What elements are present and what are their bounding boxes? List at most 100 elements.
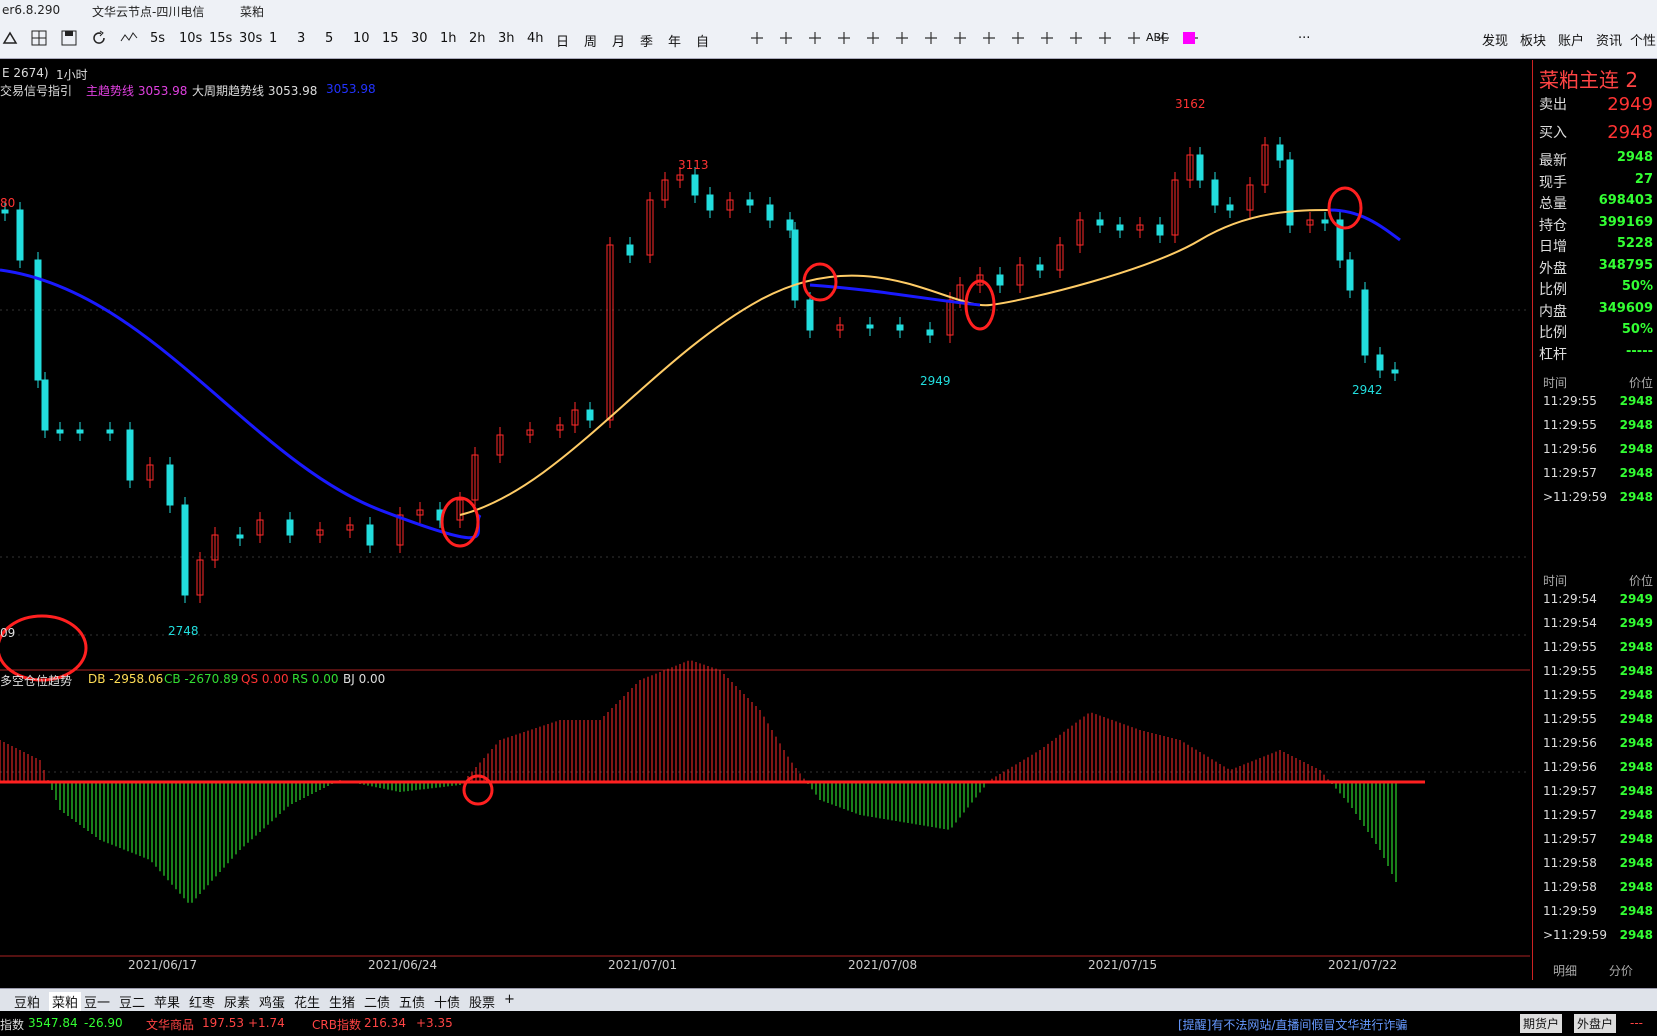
chart-area[interactable]: E 2674) 1小时 交易信号指引 主趋势线 3053.98 大周期趋势线 3… [0, 60, 1530, 980]
polyline-icon[interactable] [1067, 29, 1085, 47]
wave-icon[interactable] [120, 29, 138, 47]
stat-key: 最新 [1539, 153, 1567, 169]
ray-icon[interactable] [1038, 29, 1056, 47]
tick-price: 2948 [1619, 808, 1653, 822]
tick-time: >11:29:59 [1543, 928, 1607, 942]
tick-time: 11:29:59 [1543, 904, 1597, 918]
grid-icon[interactable] [30, 29, 48, 47]
period-button[interactable]: 月 [612, 31, 625, 50]
stat-value: 5228 [1616, 236, 1653, 251]
stat-key: 杠杆 [1539, 346, 1567, 363]
forward-icon[interactable] [835, 29, 853, 47]
stat-row: 日增 5228 [1539, 236, 1653, 256]
period-button[interactable]: 3h [498, 31, 515, 46]
period-button[interactable]: 1h [440, 31, 457, 46]
left-right-icon[interactable] [748, 29, 766, 47]
tick-price: 2948 [1619, 688, 1653, 702]
ext-account-button[interactable]: 外盘户 [1574, 1014, 1617, 1033]
futures-account-button[interactable]: 期货户 [1520, 1014, 1563, 1033]
idx2-label: 文华商品 [146, 1018, 195, 1032]
period-button[interactable]: 10s [179, 31, 202, 46]
candle-body [181, 504, 189, 596]
symbol-tab[interactable]: 十债 [434, 992, 460, 1011]
down-icon[interactable] [893, 29, 911, 47]
rs-legend: RS 0.00 [292, 672, 339, 686]
tick-price: 2948 [1619, 394, 1653, 408]
col-price-label: 价位 [1628, 574, 1653, 588]
period-button[interactable]: 15s [209, 31, 232, 46]
period-button[interactable]: 5s [150, 31, 165, 46]
period-select[interactable]: 1小时 [56, 66, 88, 83]
period-button[interactable]: 自 [696, 31, 709, 50]
symbol-tab[interactable]: 生猪 [329, 992, 355, 1011]
notice-link[interactable]: [提醒]有不法网站/直播间假冒文华进行诈骗 [1178, 1016, 1407, 1033]
period-button[interactable]: 1 [269, 31, 277, 46]
symbol-tab[interactable]: 鸡蛋 [259, 992, 285, 1011]
expand-icon[interactable] [777, 29, 795, 47]
price-label-left-edge-bottom: 09 [0, 626, 16, 640]
tick-time: 11:29:57 [1543, 466, 1597, 480]
period-button[interactable]: 周 [584, 31, 597, 50]
tick-time: 11:29:58 [1543, 856, 1597, 870]
period-button[interactable]: 4h [527, 31, 544, 46]
date-label: 2021/07/01 [608, 958, 678, 972]
abc-button[interactable]: ABC [1146, 31, 1169, 44]
more-button[interactable]: ··· [1298, 31, 1310, 46]
symbol-tab[interactable]: 五债 [399, 992, 425, 1011]
candle-body [706, 194, 714, 211]
stat-key: 现手 [1539, 174, 1567, 191]
up-icon[interactable] [864, 29, 882, 47]
line-icon[interactable] [951, 29, 969, 47]
tab-detail[interactable]: 明细 [1553, 964, 1577, 978]
tick-row: 11:29:56 2948 [1543, 736, 1653, 750]
period-button[interactable]: 5 [325, 31, 333, 46]
text-icon[interactable] [1125, 29, 1143, 47]
contract-tag: E 2674) [2, 66, 49, 80]
layout-icon[interactable] [922, 29, 940, 47]
period-button[interactable]: 10 [353, 31, 370, 46]
symbol-tab[interactable]: 菜粕 [49, 992, 82, 1011]
refresh-icon[interactable] [90, 29, 108, 47]
symbol-tab[interactable]: 尿素 [224, 992, 250, 1011]
color-swatch-icon[interactable] [1180, 29, 1198, 47]
qs-legend: QS 0.00 [241, 672, 289, 686]
menu-account[interactable]: 账户 [1558, 30, 1584, 49]
indicator-select[interactable]: 交易信号指引 [0, 82, 72, 99]
symbol-tab[interactable]: 豆二 [119, 992, 145, 1011]
tab-split[interactable]: 分价 [1609, 964, 1633, 978]
symbol-tab[interactable]: 花生 [294, 992, 320, 1011]
menu-news[interactable]: 资讯 [1596, 30, 1622, 49]
symbol-tab[interactable]: + [504, 992, 515, 1007]
symbol-tab[interactable]: 股票 [469, 992, 495, 1011]
idx2-value: 197.53 [202, 1016, 244, 1030]
period-button[interactable]: 年 [668, 31, 681, 50]
period-button[interactable]: 30 [411, 31, 428, 46]
period-button[interactable]: 日 [556, 31, 569, 50]
period-button[interactable]: 30s [239, 31, 262, 46]
symbol-tab[interactable]: 苹果 [154, 992, 180, 1011]
ellipse-icon[interactable] [1096, 29, 1114, 47]
period-button[interactable]: 2h [469, 31, 486, 46]
period-button[interactable]: 15 [382, 31, 399, 46]
menu-sector[interactable]: 板块 [1520, 30, 1546, 49]
stat-key: 日增 [1539, 239, 1567, 255]
symbol-tab[interactable]: 红枣 [189, 992, 215, 1011]
candle-body [106, 429, 114, 434]
tool-icon[interactable] [2, 29, 20, 47]
candlestick-chart[interactable] [0, 60, 1530, 980]
symbol-tab[interactable]: 二债 [364, 992, 390, 1011]
period-button[interactable]: 3 [297, 31, 305, 46]
symbol-tab[interactable]: 豆粕 [14, 992, 40, 1011]
menu-personal[interactable]: 个性 [1630, 30, 1656, 49]
tick-row: 11:29:58 2948 [1543, 880, 1653, 894]
hline-icon[interactable] [980, 29, 998, 47]
back-icon[interactable] [806, 29, 824, 47]
menu-discover[interactable]: 发现 [1482, 30, 1508, 49]
symbol-tab[interactable]: 豆一 [84, 992, 110, 1011]
candle-body [1286, 159, 1294, 226]
save-icon[interactable] [60, 29, 78, 47]
vline-icon[interactable] [1009, 29, 1027, 47]
period-button[interactable]: 季 [640, 31, 653, 50]
annotation-circle [802, 262, 838, 302]
sub-indicator-select[interactable]: 多空仓位趋势 [0, 672, 72, 689]
